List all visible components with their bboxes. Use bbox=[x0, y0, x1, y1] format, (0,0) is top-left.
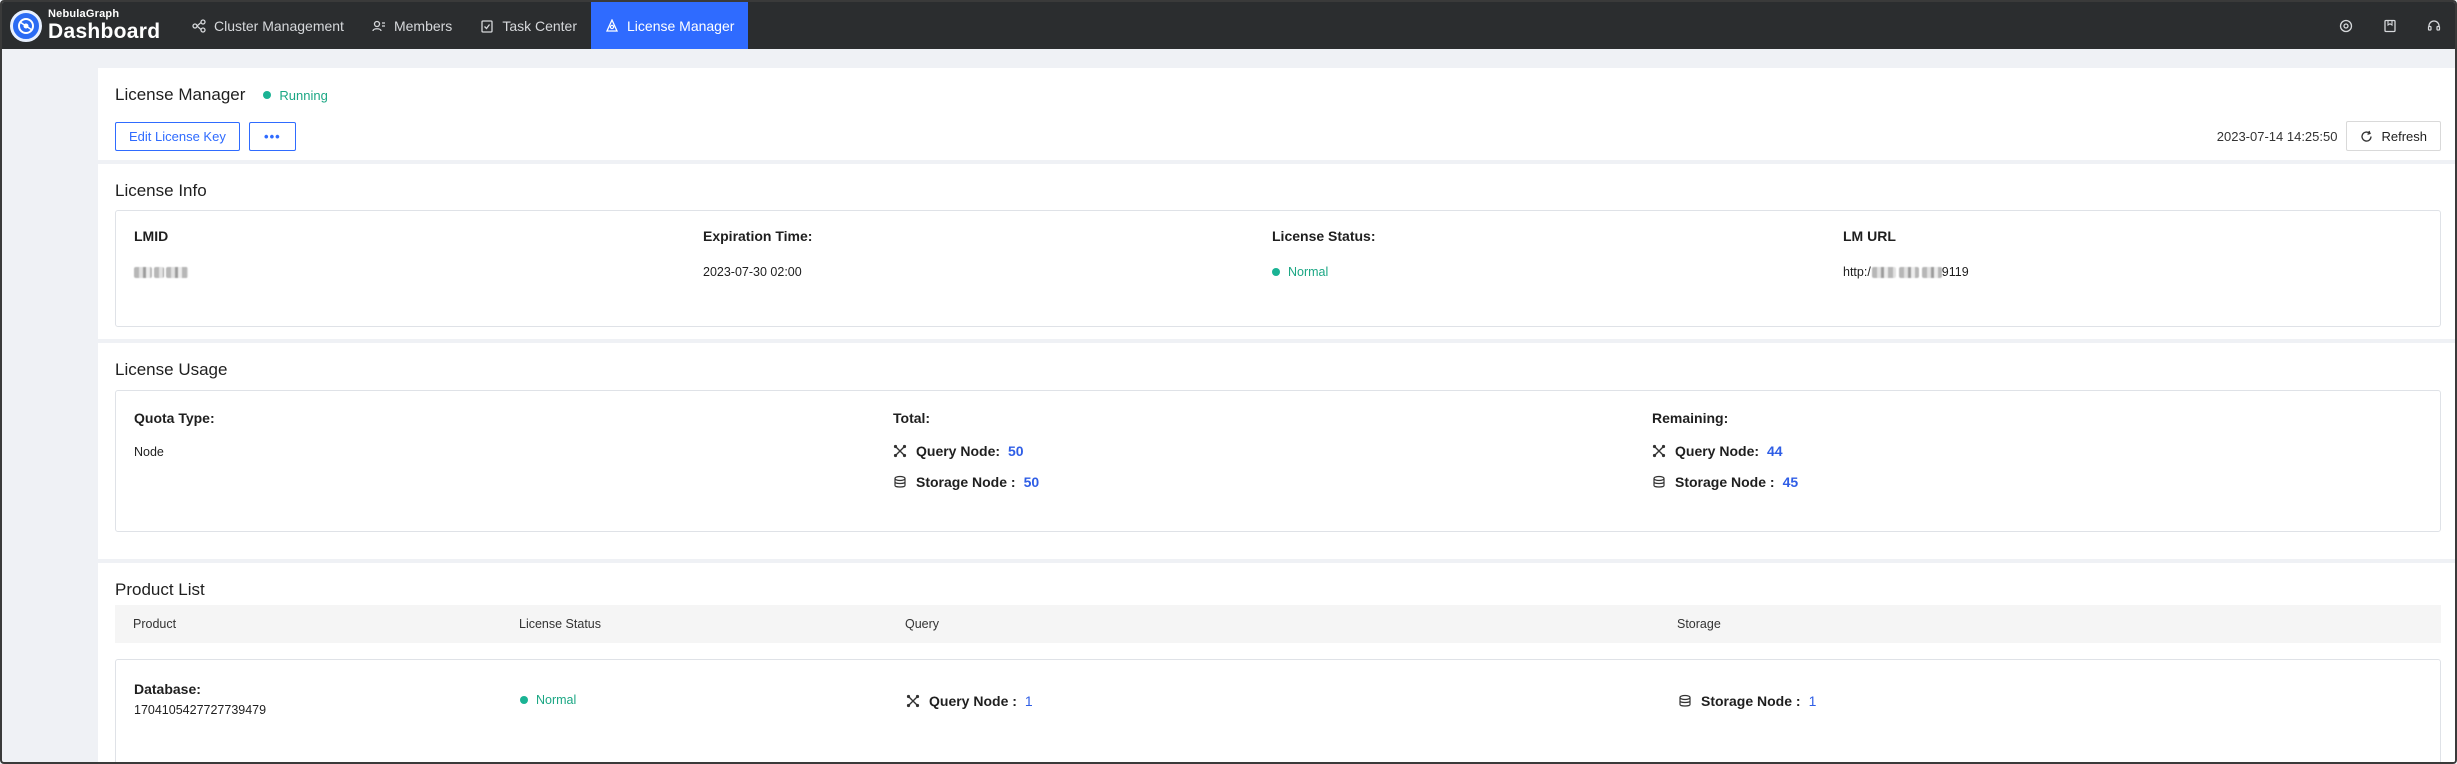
nav-members[interactable]: Members bbox=[358, 2, 466, 49]
column-header-storage: Storage bbox=[1677, 617, 1721, 631]
product-table-header: Product License Status Query Storage bbox=[115, 605, 2441, 643]
more-options-button[interactable]: ••• bbox=[248, 122, 296, 151]
expiration-label: Expiration Time: bbox=[703, 228, 813, 244]
redacted-block bbox=[1871, 266, 1896, 278]
query-node-icon bbox=[906, 694, 920, 708]
nav-label: Task Center bbox=[502, 17, 578, 34]
product-query-node: Query Node : 1 bbox=[906, 691, 1033, 711]
product-status-text: Normal bbox=[536, 693, 577, 707]
nav-cluster-management[interactable]: Cluster Management bbox=[178, 2, 358, 49]
storage-node-label: Storage Node : bbox=[916, 474, 1016, 490]
redacted-block bbox=[1921, 266, 1942, 278]
storage-node-icon bbox=[1653, 475, 1665, 488]
refresh-icon bbox=[2361, 130, 2373, 142]
nav-label: Members bbox=[393, 17, 453, 34]
query-node-label: Query Node : bbox=[929, 693, 1017, 709]
refresh-label: Refresh bbox=[2381, 128, 2427, 144]
remaining-storage-node-count: 45 bbox=[1782, 474, 1799, 490]
redacted-block bbox=[1898, 266, 1919, 278]
total-query-node: Query Node: 50 bbox=[893, 441, 1039, 461]
brand-small-text: NebulaGraph bbox=[48, 8, 120, 20]
nav-task-center[interactable]: Task Center bbox=[466, 2, 591, 49]
remaining-storage-node: Storage Node : 45 bbox=[1652, 472, 1798, 492]
nav-license-manager[interactable]: License Manager bbox=[591, 2, 749, 49]
last-updated-timestamp: 2023-07-14 14:25:50 bbox=[2216, 128, 2338, 144]
redacted-block bbox=[154, 267, 164, 279]
product-label: Database: bbox=[134, 681, 201, 697]
lmid-label: LMID bbox=[134, 228, 169, 244]
lm-url-label: LM URL bbox=[1843, 228, 1896, 244]
product-license-status: Normal bbox=[520, 693, 576, 707]
license-info-card: LMID Expiration Time: 2023-07-30 02:00 L… bbox=[115, 210, 2441, 327]
status-dot-icon bbox=[520, 696, 528, 704]
service-status-badge: Running bbox=[263, 87, 328, 103]
lm-url-value: http:/ 9119 bbox=[1843, 265, 1969, 279]
column-header-query: Query bbox=[905, 617, 940, 631]
quota-type-value: Node bbox=[134, 445, 164, 459]
storage-node-icon bbox=[894, 475, 906, 488]
product-query-node-count: 1 bbox=[1024, 693, 1033, 709]
query-node-label: Query Node: bbox=[1675, 443, 1760, 459]
query-node-icon bbox=[1652, 444, 1666, 458]
table-row[interactable]: Database: 1704105427727739479 Normal Que… bbox=[115, 659, 2441, 762]
nebulagraph-logo-icon bbox=[10, 9, 42, 42]
storage-node-label: Storage Node : bbox=[1701, 693, 1801, 709]
page-header: License Manager Running Edit License Key… bbox=[98, 68, 2455, 164]
section-title: Product List bbox=[115, 580, 205, 599]
status-dot-icon bbox=[263, 91, 272, 99]
product-id: 1704105427727739479 bbox=[134, 703, 267, 717]
remaining-label: Remaining: bbox=[1652, 410, 1729, 426]
query-node-label: Query Node: bbox=[916, 443, 1001, 459]
edit-license-key-button[interactable]: Edit License Key bbox=[115, 122, 240, 151]
page-title: License Manager bbox=[115, 85, 246, 104]
cluster-icon bbox=[192, 18, 206, 33]
product-storage-node-count: 1 bbox=[1808, 693, 1817, 709]
remaining-query-node-count: 44 bbox=[1767, 443, 1783, 459]
lm-url-prefix: http:/ bbox=[1843, 265, 1871, 279]
main-nav: Cluster Management Members Task Center L… bbox=[178, 2, 749, 49]
service-status-text: Running bbox=[279, 87, 328, 103]
license-status-value: Normal bbox=[1272, 265, 1375, 279]
members-icon bbox=[372, 20, 385, 31]
column-header-product: Product bbox=[133, 617, 177, 631]
license-status-label: License Status: bbox=[1272, 228, 1376, 244]
task-icon bbox=[481, 19, 493, 33]
nav-label: License Manager bbox=[627, 17, 735, 34]
license-usage-section: License Usage Quota Type: Node Total: Qu… bbox=[98, 343, 2455, 563]
expiration-value: 2023-07-30 02:00 bbox=[703, 265, 802, 279]
product-storage-node: Storage Node : 1 bbox=[1678, 691, 1816, 711]
lm-url-suffix: 9119 bbox=[1941, 265, 1969, 279]
redacted-block bbox=[134, 267, 152, 279]
refresh-button[interactable]: Refresh bbox=[2346, 121, 2441, 151]
license-icon bbox=[606, 18, 619, 32]
total-storage-node: Storage Node : 50 bbox=[893, 472, 1039, 492]
redacted-block bbox=[166, 267, 188, 279]
storage-node-label: Storage Node : bbox=[1675, 474, 1775, 490]
query-node-icon bbox=[893, 444, 907, 458]
total-storage-node-count: 50 bbox=[1023, 474, 1040, 490]
storage-node-icon bbox=[1679, 694, 1691, 707]
quota-type-label: Quota Type: bbox=[134, 410, 215, 426]
total-query-node-count: 50 bbox=[1008, 443, 1024, 459]
top-navigation-bar: NebulaGraph Dashboard Cluster Management… bbox=[2, 2, 2455, 49]
remaining-query-node: Query Node: 44 bbox=[1652, 441, 1798, 461]
app-window: NebulaGraph Dashboard Cluster Management… bbox=[0, 0, 2457, 764]
product-list-section: Product List Product License Status Quer… bbox=[98, 563, 2455, 762]
lmid-value bbox=[134, 265, 188, 279]
main-content: License Manager Running Edit License Key… bbox=[98, 68, 2455, 762]
license-info-section: License Info LMID Expiration Time: 2023-… bbox=[98, 164, 2455, 343]
total-label: Total: bbox=[893, 410, 931, 426]
status-dot-icon bbox=[1272, 268, 1280, 276]
license-status-text: Normal bbox=[1288, 265, 1329, 279]
settings-icon[interactable] bbox=[2337, 17, 2355, 35]
section-title: License Usage bbox=[115, 360, 228, 379]
column-header-license-status: License Status bbox=[519, 617, 601, 631]
brand-title: Dashboard bbox=[48, 20, 161, 43]
section-title: License Info bbox=[115, 181, 207, 200]
documentation-icon[interactable] bbox=[2381, 17, 2399, 35]
brand[interactable]: NebulaGraph Dashboard bbox=[2, 2, 178, 49]
nav-label: Cluster Management bbox=[214, 17, 344, 34]
support-headset-icon[interactable] bbox=[2425, 17, 2443, 35]
license-usage-card: Quota Type: Node Total: Query Node: 50 S… bbox=[115, 390, 2441, 532]
